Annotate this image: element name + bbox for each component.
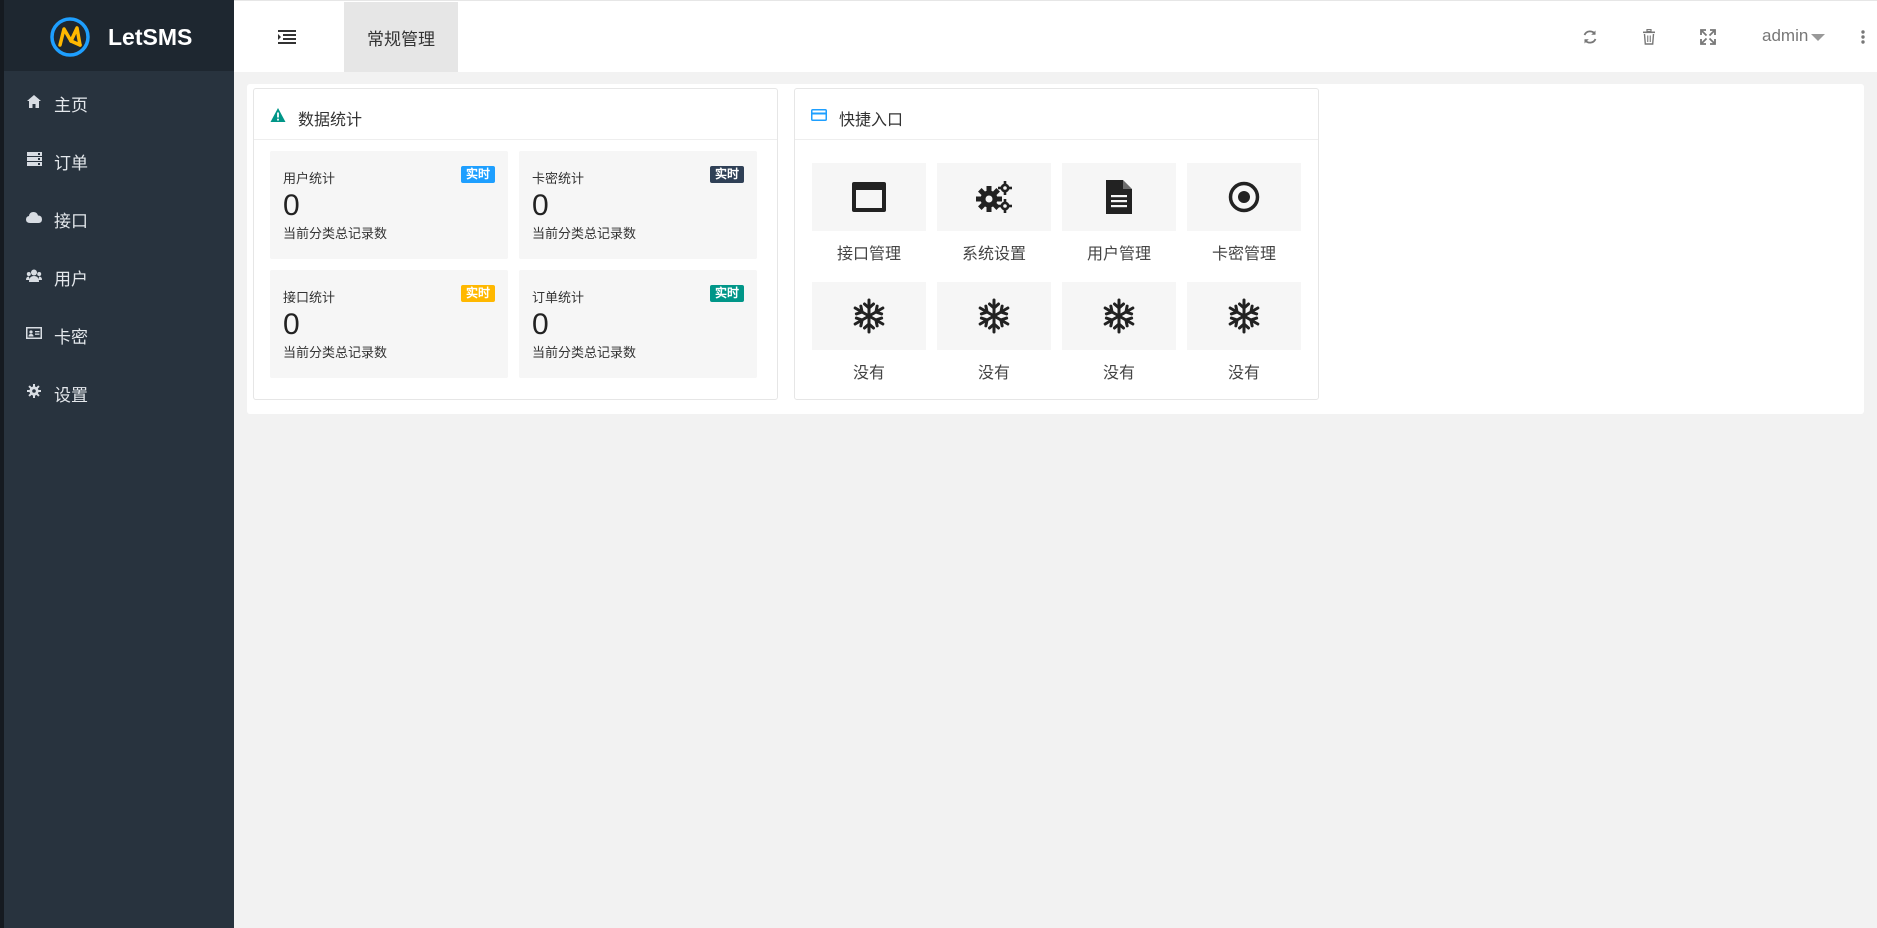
realtime-badge: 实时: [460, 166, 495, 183]
sidebar-item-label: 主页: [54, 96, 88, 115]
snowflake-icon: [853, 298, 885, 334]
quick-item-label: 系统设置: [961, 246, 1026, 263]
quick-item-label: 接口管理: [836, 246, 901, 263]
stat-api: 接口统计 实时 0 当前分类总记录数: [270, 270, 508, 378]
trash-icon[interactable]: [1639, 27, 1659, 47]
document-icon: [1106, 180, 1132, 214]
snowflake-icon: [978, 298, 1010, 334]
quick-item-api-management[interactable]: 接口管理: [812, 163, 926, 273]
quick-item-box[interactable]: [1062, 163, 1176, 231]
sidebar-item-orders[interactable]: 订单: [4, 130, 234, 188]
cloud-icon: [26, 209, 42, 225]
quick-item-label: 没有: [1102, 365, 1135, 382]
tab-general-management[interactable]: 常规管理: [344, 2, 458, 72]
quick-item-system-settings[interactable]: 系统设置: [937, 163, 1051, 273]
quick-item-label: 没有: [1227, 365, 1260, 382]
home-icon: [26, 93, 42, 109]
dot-circle-icon: [1228, 181, 1260, 213]
server-icon: [26, 151, 42, 167]
sidebar-item-api[interactable]: 接口: [4, 188, 234, 246]
user-menu[interactable]: admin: [1762, 26, 1808, 46]
stat-title: 用户统计: [283, 171, 336, 186]
snowflake-icon: [1228, 298, 1260, 334]
stat-orders: 订单统计 实时 0 当前分类总记录数: [519, 270, 757, 378]
stat-description: 当前分类总记录数: [532, 226, 637, 241]
quick-entry-card: 快捷入口 接口管理 系统设置 用户管理 卡密管理 没有 没有 没有 没有: [794, 88, 1319, 400]
stats-card: 数据统计 用户统计 实时 0 当前分类总记录数 卡密统计 实时 0 当前分类总记…: [253, 88, 778, 400]
card-header: 数据统计: [254, 89, 777, 140]
users-icon: [26, 267, 42, 283]
quick-item-user-management[interactable]: 用户管理: [1062, 163, 1176, 273]
sidebar-item-label: 订单: [54, 154, 88, 173]
sidebar-nav: 主页 订单 接口 用户 卡密 设置: [4, 72, 234, 420]
stat-title: 订单统计: [532, 290, 585, 305]
card-header: 快捷入口: [795, 89, 1318, 140]
quick-item-empty[interactable]: 没有: [937, 282, 1051, 392]
menu-toggle-icon[interactable]: [278, 29, 296, 45]
quick-item-empty[interactable]: 没有: [1187, 282, 1301, 392]
realtime-badge: 实时: [460, 285, 495, 302]
stat-users: 用户统计 实时 0 当前分类总记录数: [270, 151, 508, 259]
quick-item-label: 卡密管理: [1211, 246, 1276, 263]
window-icon: [852, 182, 886, 212]
stat-title: 卡密统计: [532, 171, 585, 186]
quick-item-label: 没有: [852, 365, 885, 382]
more-vertical-icon[interactable]: [1853, 27, 1873, 47]
quick-item-box[interactable]: [1187, 163, 1301, 231]
quick-item-card-management[interactable]: 卡密管理: [1187, 163, 1301, 273]
fullscreen-icon[interactable]: [1698, 27, 1718, 47]
refresh-icon[interactable]: [1580, 27, 1600, 47]
quick-item-empty[interactable]: 没有: [1062, 282, 1176, 392]
quick-item-box[interactable]: [812, 282, 926, 350]
quick-item-box[interactable]: [1062, 282, 1176, 350]
realtime-badge: 实时: [709, 285, 744, 302]
stat-value: 0: [532, 308, 549, 341]
quick-item-box[interactable]: [937, 163, 1051, 231]
stat-value: 0: [283, 189, 300, 222]
sidebar-item-label: 用户: [54, 270, 88, 289]
sidebar-item-label: 设置: [54, 386, 88, 405]
sidebar-item-settings[interactable]: 设置: [4, 362, 234, 420]
card-title: 数据统计: [298, 112, 363, 129]
logo-area[interactable]: LetSMS: [4, 0, 234, 71]
credit-card-icon: [811, 109, 827, 121]
snowflake-icon: [1103, 298, 1135, 334]
sidebar-item-users[interactable]: 用户: [4, 246, 234, 304]
chevron-down-icon[interactable]: [1811, 34, 1825, 41]
gears-icon: [976, 181, 1012, 213]
stat-value: 0: [283, 308, 300, 341]
sidebar-item-cards[interactable]: 卡密: [4, 304, 234, 362]
sidebar-item-home[interactable]: 主页: [4, 72, 234, 130]
stat-description: 当前分类总记录数: [283, 345, 388, 360]
sidebar: LetSMS 主页 订单 接口 用户 卡密 设置: [4, 0, 234, 928]
quick-item-box[interactable]: [1187, 282, 1301, 350]
app-name: LetSMS: [108, 24, 193, 50]
quick-item-empty[interactable]: 没有: [812, 282, 926, 392]
warning-icon: [270, 108, 286, 122]
quick-item-label: 用户管理: [1086, 246, 1151, 263]
gear-icon: [26, 383, 42, 399]
quick-item-box[interactable]: [937, 282, 1051, 350]
stat-cards: 卡密统计 实时 0 当前分类总记录数: [519, 151, 757, 259]
quick-item-box[interactable]: [812, 163, 926, 231]
top-header: 常规管理 admin: [234, 0, 1877, 72]
sidebar-item-label: 接口: [54, 212, 88, 231]
stat-title: 接口统计: [283, 290, 336, 305]
id-card-icon: [26, 325, 42, 341]
quick-item-label: 没有: [977, 365, 1010, 382]
logo-icon: [50, 17, 90, 57]
realtime-badge: 实时: [709, 166, 744, 183]
sidebar-item-label: 卡密: [54, 328, 88, 347]
card-title: 快捷入口: [839, 112, 904, 129]
stat-description: 当前分类总记录数: [283, 226, 388, 241]
stat-description: 当前分类总记录数: [532, 345, 637, 360]
stat-value: 0: [532, 189, 549, 222]
